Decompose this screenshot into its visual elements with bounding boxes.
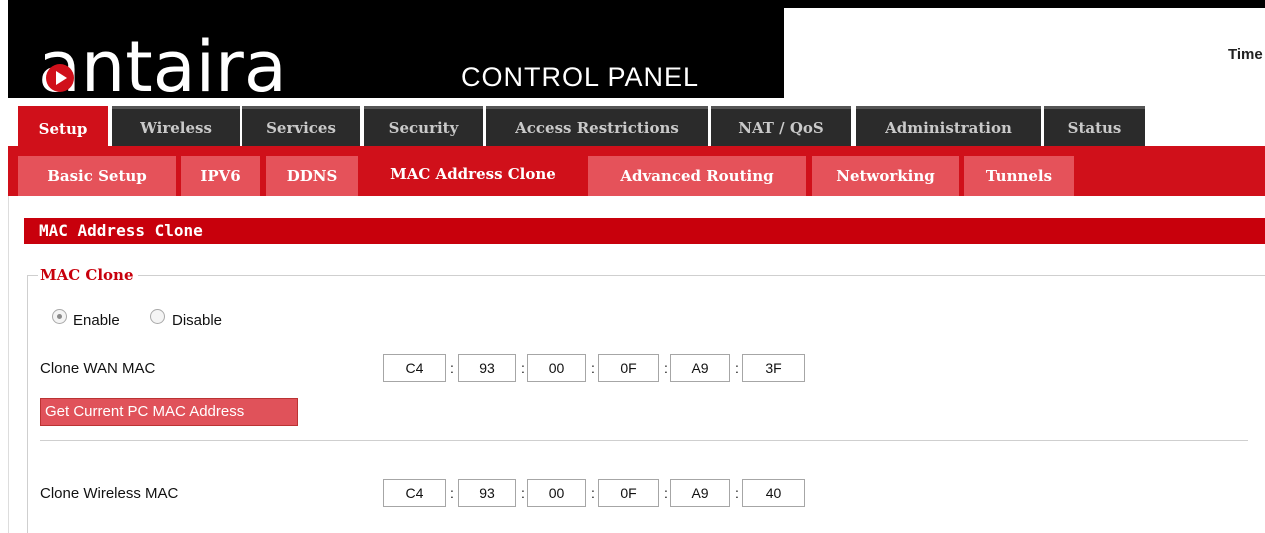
tab-nat-qos[interactable]: NAT / QoS xyxy=(711,106,851,146)
main-tab-bar: Setup Wireless Services Security Access … xyxy=(8,106,1265,148)
mac-separator: : xyxy=(591,485,595,501)
mac-clone-legend: MAC Clone xyxy=(38,266,138,284)
tab-label: Status xyxy=(1067,118,1122,137)
wan-mac-octet-6[interactable]: 3F xyxy=(742,354,805,382)
tab-label: Access Restrictions xyxy=(515,118,679,137)
subtab-label: Tunnels xyxy=(985,167,1053,185)
antaira-logo: antaira xyxy=(16,20,368,102)
tab-label: Wireless xyxy=(140,118,212,137)
mac-separator: : xyxy=(450,485,454,501)
mac-separator: : xyxy=(521,485,525,501)
tab-label: Administration xyxy=(885,118,1012,137)
enable-radio[interactable] xyxy=(52,309,67,324)
sub-tab-bar: Basic Setup IPV6 DDNS MAC Address Clone … xyxy=(8,146,1265,196)
clone-wan-mac-label: Clone WAN MAC xyxy=(40,360,156,377)
mac-separator: : xyxy=(664,485,668,501)
wireless-mac-octet-1[interactable]: C4 xyxy=(383,479,446,507)
logo-play-icon xyxy=(46,64,74,92)
subtab-ipv6[interactable]: IPV6 xyxy=(181,156,260,196)
subtab-basic-setup[interactable]: Basic Setup xyxy=(18,156,176,196)
tab-label: Services xyxy=(266,118,336,137)
header-right-area xyxy=(784,8,1265,106)
tab-access-restrictions[interactable]: Access Restrictions xyxy=(486,106,708,146)
get-current-pc-mac-button[interactable]: Get Current PC MAC Address xyxy=(40,398,298,426)
subtab-label: DDNS xyxy=(286,167,338,185)
mac-separator: : xyxy=(664,360,668,376)
wireless-mac-octet-4[interactable]: 0F xyxy=(598,479,659,507)
subtab-networking[interactable]: Networking xyxy=(812,156,959,196)
mac-separator: : xyxy=(735,485,739,501)
mac-separator: : xyxy=(521,360,525,376)
divider xyxy=(40,440,1248,441)
tab-security[interactable]: Security xyxy=(364,106,483,146)
subtab-mac-address-clone[interactable]: MAC Address Clone xyxy=(363,154,583,194)
wan-mac-octet-4[interactable]: 0F xyxy=(598,354,659,382)
wireless-mac-octet-5[interactable]: A9 xyxy=(670,479,730,507)
enable-label: Enable xyxy=(73,312,120,329)
subtab-label: Advanced Routing xyxy=(620,167,774,185)
wan-mac-octet-2[interactable]: 93 xyxy=(458,354,516,382)
subtab-label: IPV6 xyxy=(200,167,241,185)
mac-separator: : xyxy=(591,360,595,376)
section-title: MAC Address Clone xyxy=(24,218,1265,244)
tab-label: Security xyxy=(388,118,459,137)
time-label: Time xyxy=(1228,46,1263,63)
subtab-advanced-routing[interactable]: Advanced Routing xyxy=(588,156,806,196)
tab-label: Setup xyxy=(38,119,88,138)
mac-separator: : xyxy=(735,360,739,376)
wireless-mac-octet-3[interactable]: 00 xyxy=(527,479,586,507)
disable-label: Disable xyxy=(172,312,223,329)
subtab-tunnels[interactable]: Tunnels xyxy=(964,156,1074,196)
tab-services[interactable]: Services xyxy=(242,106,360,146)
tab-setup[interactable]: Setup xyxy=(18,106,108,148)
tab-administration[interactable]: Administration xyxy=(856,106,1041,146)
wireless-mac-octet-6[interactable]: 40 xyxy=(742,479,805,507)
subtab-label: Basic Setup xyxy=(47,167,147,185)
wireless-mac-octet-2[interactable]: 93 xyxy=(458,479,516,507)
subtab-label: Networking xyxy=(836,167,935,185)
subtab-ddns[interactable]: DDNS xyxy=(266,156,358,196)
tab-wireless[interactable]: Wireless xyxy=(112,106,240,146)
disable-radio[interactable] xyxy=(150,309,165,324)
subtab-label: MAC Address Clone xyxy=(390,165,556,183)
wan-mac-octet-5[interactable]: A9 xyxy=(670,354,730,382)
panel-title: CONTROL PANEL xyxy=(461,62,700,92)
clone-wireless-mac-label: Clone Wireless MAC xyxy=(40,485,179,502)
logo-text: antaira xyxy=(38,26,287,108)
wan-mac-octet-3[interactable]: 00 xyxy=(527,354,586,382)
wan-mac-octet-1[interactable]: C4 xyxy=(383,354,446,382)
tab-label: NAT / QoS xyxy=(738,118,824,137)
tab-status[interactable]: Status xyxy=(1044,106,1145,146)
mac-separator: : xyxy=(450,360,454,376)
